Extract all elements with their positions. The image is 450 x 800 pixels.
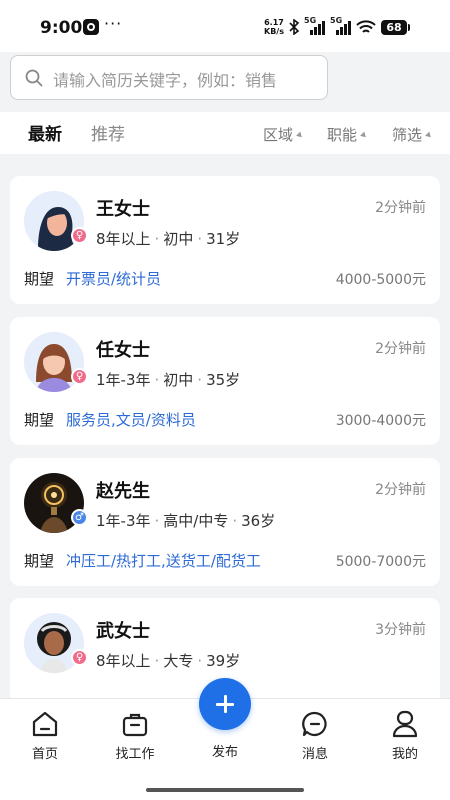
home-indicator[interactable]	[146, 788, 304, 792]
nav-messages-label: 消息	[301, 747, 328, 762]
signal-icon: 5G	[330, 16, 352, 35]
resume-card[interactable]: ♂ 赵先生 2分钟前 1年-3年 · 高中/中专 · 36岁 期望 冲压工/热打工,送货…	[10, 458, 440, 586]
search-icon	[25, 69, 43, 87]
age: 35岁	[206, 371, 241, 389]
publish-label: 发布	[211, 745, 238, 760]
status-time: 9:00	[40, 18, 83, 38]
age: 39岁	[206, 652, 241, 670]
candidate-name: 赵先生	[96, 481, 150, 502]
expected-salary: 4000-5000元	[335, 272, 426, 288]
post-time: 2分钟前	[375, 341, 426, 357]
education: 高中/中专	[163, 512, 229, 530]
publish-button[interactable]	[199, 678, 251, 730]
nav-mine-label: 我的	[391, 747, 418, 762]
status-icons: 5G 5G	[288, 16, 376, 36]
expect-label: 期望	[24, 411, 55, 429]
expected-salary: 3000-4000元	[335, 413, 426, 429]
nav-home[interactable]: 首页	[10, 709, 80, 762]
expect-jobs: 开票员/统计员	[66, 270, 162, 288]
signal-icon: 5G	[304, 16, 326, 35]
filter-screen-label: 筛选	[392, 126, 423, 144]
filter-screen[interactable]: 筛选	[392, 124, 433, 145]
expect-jobs: 服务员,文员/资料员	[66, 411, 196, 429]
expect-label: 期望	[24, 552, 55, 570]
search-placeholder: 请输入简历关键字，例如：销售	[53, 71, 278, 90]
tabs-row: 最新 推荐 区域 职能 筛选	[0, 112, 450, 154]
battery-icon: 68	[381, 20, 410, 35]
post-time: 3分钟前	[375, 622, 426, 638]
tab-recommend[interactable]: 推荐	[91, 120, 125, 145]
nav-mine[interactable]: 我的	[370, 709, 440, 762]
dropdown-arrow-icon	[296, 131, 304, 140]
app-badge-icon	[83, 19, 99, 35]
experience: 8年以上	[96, 652, 151, 670]
gender-male-icon: ♂	[71, 509, 88, 526]
dropdown-arrow-icon	[425, 131, 433, 140]
wifi-icon	[356, 20, 376, 33]
search-input[interactable]: 请输入简历关键字，例如：销售	[10, 55, 328, 100]
age: 36岁	[241, 512, 276, 530]
experience: 8年以上	[96, 230, 151, 248]
education: 初中	[163, 371, 194, 389]
nav-find-job[interactable]: 找工作	[100, 709, 170, 762]
dropdown-arrow-icon	[360, 131, 368, 140]
post-time: 2分钟前	[375, 200, 426, 216]
filter-function[interactable]: 职能	[327, 124, 368, 145]
candidate-name: 王女士	[96, 199, 150, 220]
education: 初中	[163, 230, 194, 248]
resume-card[interactable]: ♀ 任女士 2分钟前 1年-3年 · 初中 · 35岁 期望 服务员,文员/资料员 30…	[10, 317, 440, 445]
candidate-name: 武女士	[96, 621, 150, 642]
network-speed-value: 6.17	[264, 18, 284, 27]
status-bar: 9:00 ··· 6.17 KB/s 5G 5G 68	[0, 0, 450, 52]
post-time: 2分钟前	[375, 482, 426, 498]
nav-messages[interactable]: 消息	[280, 709, 350, 762]
home-icon	[32, 711, 58, 737]
filter-region-label: 区域	[263, 126, 294, 144]
expected-salary: 5000-7000元	[335, 554, 426, 570]
gender-female-icon: ♀	[71, 227, 88, 244]
more-notifications-icon: ···	[104, 14, 123, 33]
network-speed-unit: KB/s	[264, 27, 284, 36]
experience: 1年-3年	[96, 512, 151, 530]
nav-home-label: 首页	[31, 747, 58, 762]
expect-jobs: 冲压工/热打工,送货工/配货工	[66, 552, 261, 570]
network-speed: 6.17 KB/s	[264, 18, 284, 36]
message-icon	[302, 711, 327, 737]
candidate-meta: 1年-3年 · 高中/中专 · 36岁	[96, 512, 276, 530]
bluetooth-icon	[289, 19, 300, 35]
gender-female-icon: ♀	[71, 649, 88, 666]
candidate-meta: 8年以上 · 大专 · 39岁	[96, 652, 241, 670]
briefcase-icon	[122, 713, 148, 737]
experience: 1年-3年	[96, 371, 151, 389]
filter-function-label: 职能	[327, 126, 358, 144]
user-icon	[392, 710, 418, 738]
candidate-meta: 8年以上 · 初中 · 31岁	[96, 230, 241, 248]
resume-card[interactable]: ♀ 王女士 2分钟前 8年以上 · 初中 · 31岁 期望 开票员/统计员 4000-5…	[10, 176, 440, 304]
expect-label: 期望	[24, 270, 55, 288]
age: 31岁	[206, 230, 241, 248]
gender-female-icon: ♀	[71, 368, 88, 385]
education: 大专	[163, 652, 194, 670]
filter-region[interactable]: 区域	[263, 124, 304, 145]
nav-find-job-label: 找工作	[115, 747, 155, 762]
tab-latest[interactable]: 最新	[28, 120, 62, 145]
candidate-name: 任女士	[96, 340, 150, 361]
candidate-meta: 1年-3年 · 初中 · 35岁	[96, 371, 241, 389]
